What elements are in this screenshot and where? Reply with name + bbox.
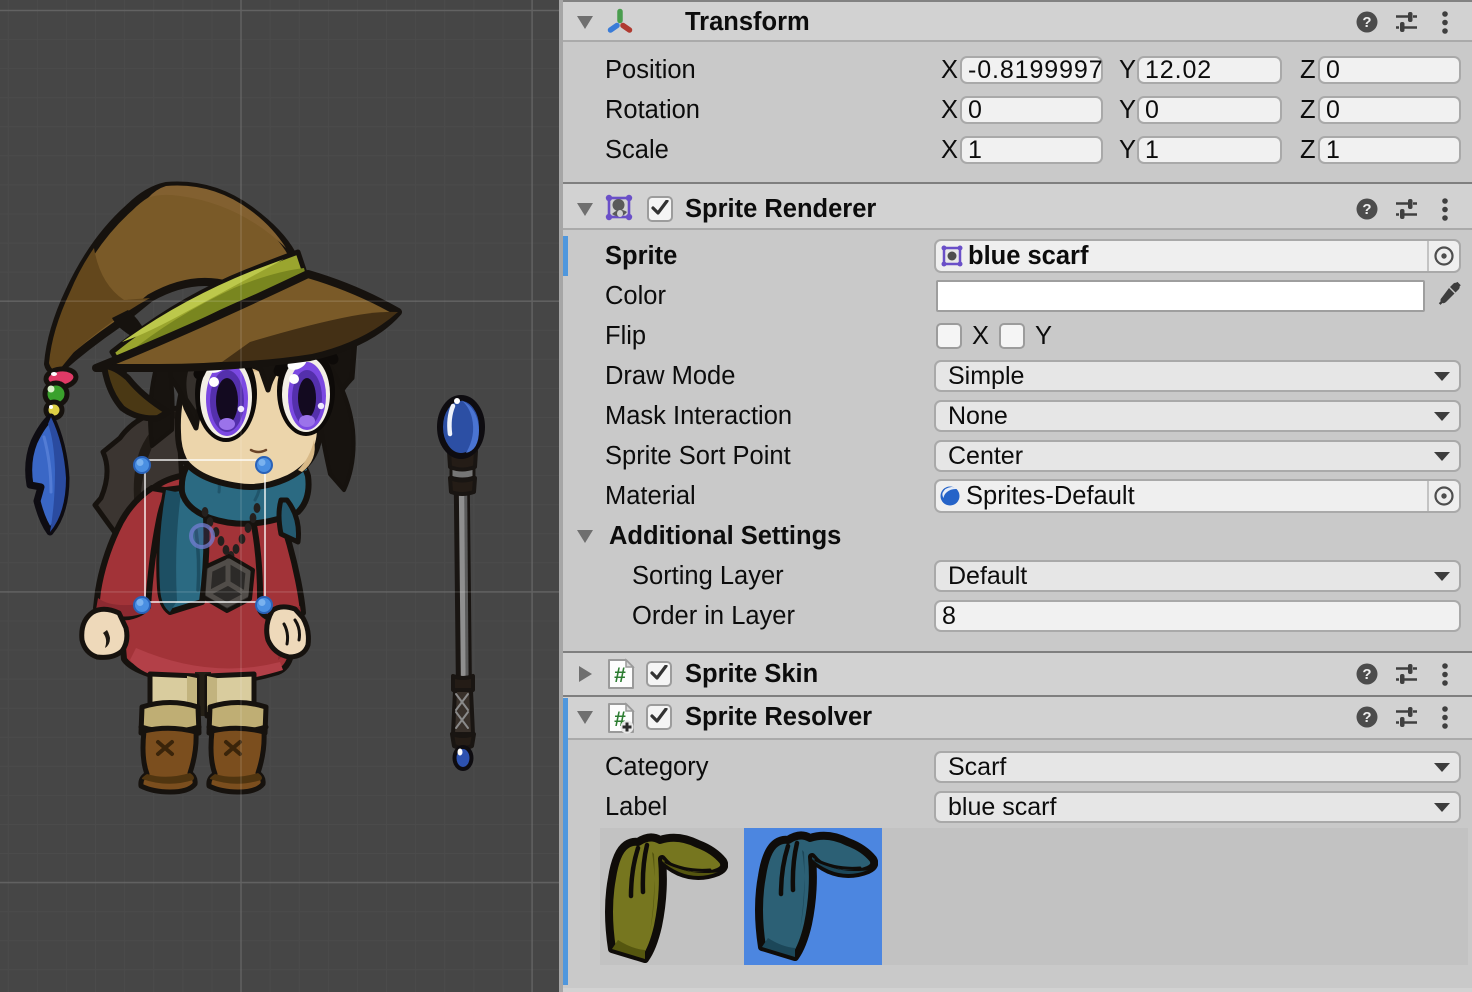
svg-text:?: ?	[1362, 201, 1371, 218]
svg-text:?: ?	[1362, 709, 1371, 726]
svg-text:?: ?	[1362, 666, 1371, 683]
svg-text:#: #	[614, 664, 626, 687]
svg-text:?: ?	[1362, 14, 1371, 31]
